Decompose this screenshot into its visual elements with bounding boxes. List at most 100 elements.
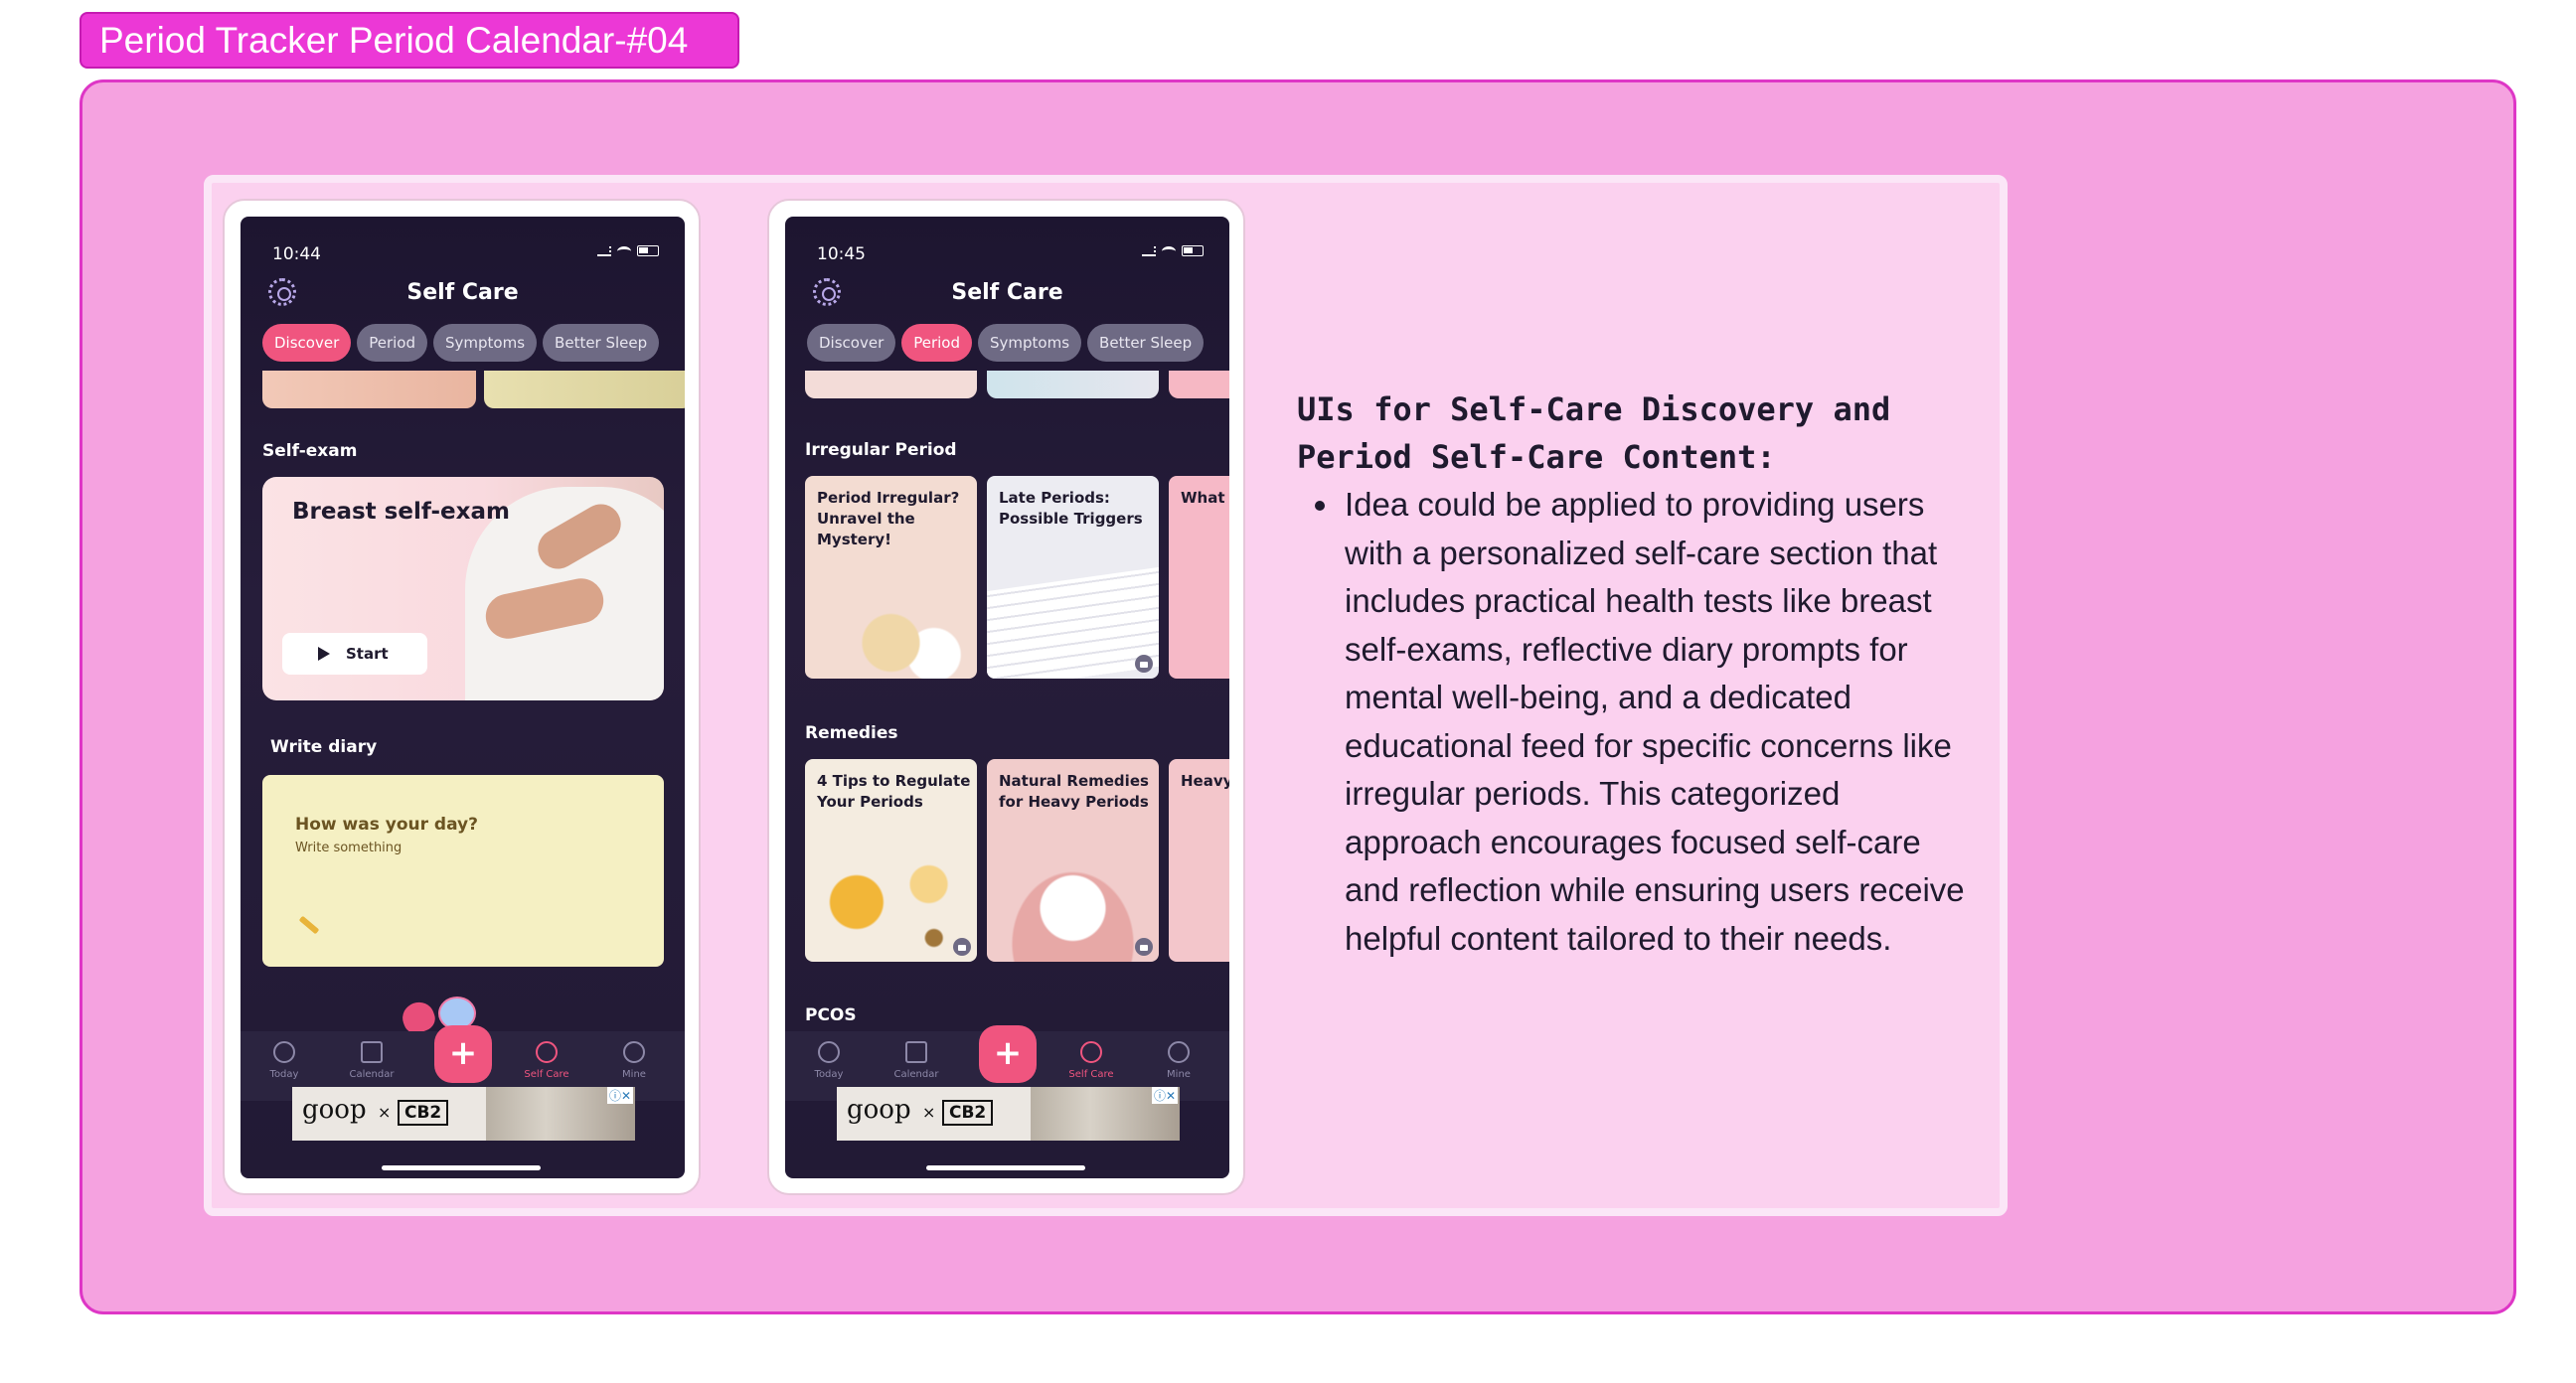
- phone-frame-period: 10:45 Self Care Discover Period Symptoms…: [767, 199, 1245, 1195]
- home-indicator: [382, 1165, 541, 1170]
- ad-banner[interactable]: goop × CB2 ⓘ✕: [292, 1087, 635, 1141]
- section-irregular-period: Irregular Period: [805, 440, 957, 460]
- remedies-row: 4 Tips to Regulate Your Periods Natural …: [805, 759, 1229, 962]
- article-illustration: [805, 559, 977, 679]
- pencil-icon: [298, 915, 320, 935]
- lock-icon: [1135, 938, 1153, 956]
- nav-mine[interactable]: Mine: [604, 1041, 664, 1080]
- nav-today[interactable]: Today: [799, 1041, 859, 1080]
- board-title: Period Tracker Period Calendar-#04: [80, 12, 739, 69]
- nav-label: Calendar: [893, 1069, 939, 1080]
- lock-icon: [1135, 655, 1153, 673]
- tab-better-sleep[interactable]: Better Sleep: [1087, 324, 1205, 362]
- nav-label: Today: [814, 1069, 844, 1080]
- tab-better-sleep[interactable]: Better Sleep: [543, 324, 660, 362]
- scrolled-card-thumb[interactable]: [1169, 371, 1229, 398]
- phone-frame-discover: 10:44 Self Care Discover Period Symptoms…: [223, 199, 701, 1195]
- signal-icon: [597, 245, 611, 256]
- scrolled-card-thumb[interactable]: [987, 371, 1159, 398]
- tab-symptoms[interactable]: Symptoms: [433, 324, 538, 362]
- today-icon: [818, 1041, 840, 1063]
- nav-mine[interactable]: Mine: [1149, 1041, 1208, 1080]
- card-title: Breast self-exam: [292, 499, 510, 525]
- article-card[interactable]: Heavy Effecti: [1169, 759, 1229, 962]
- self-care-icon: [1080, 1041, 1102, 1063]
- scrolled-card-thumb[interactable]: [262, 371, 476, 408]
- article-card[interactable]: Late Periods: Possible Triggers: [987, 476, 1159, 679]
- nav-label: Self Care: [1068, 1069, 1114, 1080]
- description-bullet: Idea could be applied to providing users…: [1297, 481, 1973, 963]
- battery-icon: [1182, 245, 1204, 256]
- tab-period[interactable]: Period: [901, 324, 973, 362]
- status-time: 10:45: [817, 244, 866, 264]
- start-label: Start: [346, 645, 389, 663]
- ad-close-icon[interactable]: ⓘ✕: [606, 1087, 633, 1104]
- nav-label: Self Care: [524, 1069, 569, 1080]
- nav-self-care[interactable]: Self Care: [517, 1041, 576, 1080]
- tab-symptoms[interactable]: Symptoms: [978, 324, 1082, 362]
- article-card[interactable]: 4 Tips to Regulate Your Periods: [805, 759, 977, 962]
- irregular-period-row: Period Irregular? Unravel the Mystery! L…: [805, 476, 1229, 679]
- battery-icon: [637, 245, 659, 256]
- status-time: 10:44: [272, 244, 321, 264]
- nav-label: Mine: [622, 1069, 646, 1080]
- tab-discover[interactable]: Discover: [262, 324, 352, 362]
- home-indicator: [926, 1165, 1085, 1170]
- nav-self-care[interactable]: Self Care: [1061, 1041, 1121, 1080]
- lock-icon: [953, 938, 971, 956]
- ad-close-icon[interactable]: ⓘ✕: [1151, 1087, 1178, 1104]
- description: UIs for Self-Care Discovery and Period S…: [1297, 385, 1973, 963]
- article-title: Period Irregular? Unravel the Mystery!: [817, 489, 960, 548]
- article-card[interactable]: Natural Remedies for Heavy Periods: [987, 759, 1159, 962]
- diary-card[interactable]: How was your day? Write something: [262, 775, 664, 967]
- article-illustration: [987, 566, 1159, 679]
- ad-partner: CB2: [942, 1100, 994, 1126]
- ad-times: ×: [922, 1103, 936, 1122]
- ad-brand: goop: [302, 1095, 367, 1125]
- scrolled-card-thumb[interactable]: [484, 371, 685, 408]
- plus-icon[interactable]: +: [434, 1025, 492, 1083]
- today-icon: [273, 1041, 295, 1063]
- start-button[interactable]: Start: [282, 633, 427, 675]
- description-heading: UIs for Self-Care Discovery and Period S…: [1297, 390, 1891, 476]
- phone-screen: 10:44 Self Care Discover Period Symptoms…: [241, 217, 685, 1178]
- nav-today[interactable]: Today: [254, 1041, 314, 1080]
- nav-calendar[interactable]: Calendar: [886, 1041, 946, 1080]
- article-illustration: [987, 843, 1159, 962]
- breast-self-exam-card[interactable]: Breast self-exam Start: [262, 477, 664, 700]
- status-icons: [1142, 245, 1204, 256]
- phone-screen: 10:45 Self Care Discover Period Symptoms…: [785, 217, 1229, 1178]
- tab-period[interactable]: Period: [357, 324, 428, 362]
- tab-discover[interactable]: Discover: [807, 324, 896, 362]
- mine-icon: [1168, 1041, 1190, 1063]
- ad-banner[interactable]: goop × CB2 ⓘ✕: [837, 1087, 1180, 1141]
- ad-partner: CB2: [398, 1100, 449, 1126]
- nav-calendar[interactable]: Calendar: [342, 1041, 402, 1080]
- screen-title: Self Care: [406, 280, 519, 305]
- ad-times: ×: [378, 1103, 392, 1122]
- article-card[interactable]: What A Period: [1169, 476, 1229, 679]
- calendar-icon: [361, 1041, 383, 1063]
- scrolled-card-thumb[interactable]: [805, 371, 977, 398]
- play-icon: [318, 647, 330, 661]
- category-tabs: Discover Period Symptoms Better Sleep: [807, 324, 1205, 362]
- status-icons: [597, 245, 659, 256]
- wifi-icon: [1162, 245, 1176, 256]
- nav-label: Calendar: [349, 1069, 395, 1080]
- article-card[interactable]: Period Irregular? Unravel the Mystery!: [805, 476, 977, 679]
- plus-icon[interactable]: +: [979, 1025, 1037, 1083]
- section-self-exam: Self-exam: [262, 441, 358, 461]
- self-care-icon: [536, 1041, 558, 1063]
- screen-title: Self Care: [951, 280, 1063, 305]
- mine-icon: [623, 1041, 645, 1063]
- article-title: 4 Tips to Regulate Your Periods: [817, 772, 971, 811]
- diary-prompt: How was your day?: [295, 815, 478, 835]
- section-write-diary: Write diary: [270, 737, 378, 757]
- section-pcos: PCOS: [805, 1005, 857, 1025]
- ad-brand: goop: [847, 1095, 911, 1125]
- signal-icon: [1142, 245, 1156, 256]
- wifi-icon: [617, 245, 631, 256]
- nav-label: Mine: [1167, 1069, 1191, 1080]
- article-title: Natural Remedies for Heavy Periods: [999, 772, 1149, 811]
- bullet-icon: [1315, 501, 1325, 511]
